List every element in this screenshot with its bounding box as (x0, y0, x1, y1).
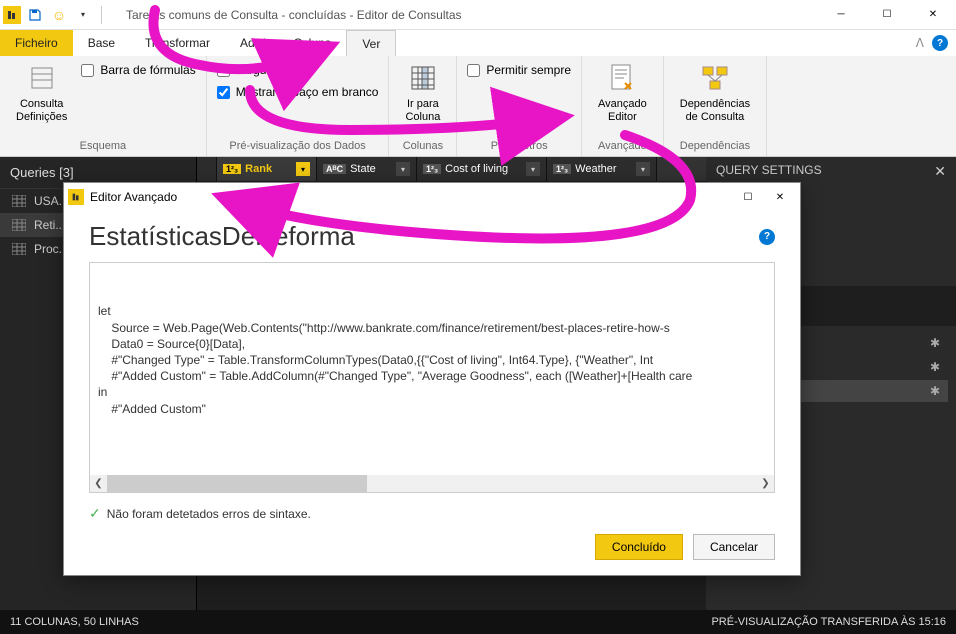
fixed-width-checkbox[interactable]: Largura fixa (217, 63, 379, 77)
horizontal-scrollbar[interactable]: ❮ ❯ (90, 475, 774, 492)
scroll-thumb[interactable] (107, 475, 367, 492)
group-label-columns: Colunas (399, 138, 446, 152)
done-button[interactable]: Concluído (595, 534, 683, 560)
column-header[interactable]: 1²₃ Weather ▾ (547, 157, 657, 181)
group-label-parameters: Parâmetros (467, 138, 571, 152)
syntax-status: ✓ Não foram detetados erros de sintaxe. (89, 505, 775, 522)
status-preview-time: PRÉ-VISUALIZAÇÃO TRANSFERIDA ÀS 15:16 (711, 616, 946, 628)
close-icon[interactable]: ✕ (934, 163, 946, 180)
app-icon (3, 6, 21, 24)
dialog-close-button[interactable]: ✕ (764, 186, 796, 208)
dialog-titlebar[interactable]: Editor Avançado ☐ ✕ (64, 183, 800, 211)
minimize-button[interactable]: ─ (818, 0, 864, 30)
gear-icon[interactable]: ✱ (930, 336, 940, 350)
group-label-deps: Dependências (674, 138, 756, 152)
maximize-button[interactable]: ☐ (864, 0, 910, 30)
column-header[interactable]: 1²₃ Rank ▾ (217, 157, 317, 181)
advanced-editor-dialog: Editor Avançado ☐ ✕ EstatísticasDeReform… (63, 182, 801, 576)
query-settings-button[interactable]: Consulta Definições (10, 60, 73, 126)
dialog-maximize-button[interactable]: ☐ (732, 186, 764, 208)
query-dependencies-button[interactable]: Dependências de Consulta (674, 60, 756, 126)
status-columns-rows: 11 COLUNAS, 50 LINHAS (10, 616, 139, 628)
status-bar: 11 COLUNAS, 50 LINHAS PRÉ-VISUALIZAÇÃO T… (0, 610, 956, 634)
group-label-preview: Pré-visualização dos Dados (217, 138, 379, 152)
column-header[interactable]: 1²₃ Cost of living ▾ (417, 157, 547, 181)
row-header[interactable] (197, 157, 217, 181)
menu-tabs: Ficheiro Base Transformar Adicionar Colu… (0, 30, 956, 56)
table-icon (12, 219, 26, 231)
go-to-column-button[interactable]: Ir para Coluna (399, 60, 446, 126)
titlebar: ☺ ▾ Tarefas comuns de Consulta - concluí… (0, 0, 956, 30)
window-title: Tarefas comuns de Consulta - concluídas … (106, 8, 818, 22)
scroll-left-icon[interactable]: ❮ (90, 475, 107, 492)
tab-add-column[interactable]: Adicionar Coluna (225, 30, 346, 56)
dialog-title: Editor Avançado (84, 190, 732, 204)
formula-bar-checkbox[interactable]: Barra de fórmulas (81, 63, 195, 77)
group-label-advanced: Avançado (592, 138, 653, 152)
ribbon-collapse-icon[interactable]: ᐱ (916, 36, 924, 50)
tab-home[interactable]: Base (73, 30, 130, 56)
show-whitespace-checkbox[interactable]: Mostrar espaço em branco (217, 85, 379, 99)
chevron-down-icon[interactable]: ▾ (636, 162, 650, 176)
chevron-down-icon[interactable]: ▾ (526, 162, 540, 176)
chevron-down-icon[interactable]: ▾ (396, 162, 410, 176)
code-editor[interactable]: let Source = Web.Page(Web.Contents("http… (89, 262, 775, 493)
app-icon (68, 189, 84, 205)
tab-transform[interactable]: Transformar (130, 30, 225, 56)
column-header[interactable]: AᴮC State ▾ (317, 157, 417, 181)
table-icon (12, 195, 26, 207)
gear-icon[interactable]: ✱ (930, 360, 940, 374)
close-button[interactable]: ✕ (910, 0, 956, 30)
always-allow-checkbox[interactable]: Permitir sempre (467, 63, 571, 77)
check-icon: ✓ (89, 505, 101, 522)
scroll-right-icon[interactable]: ❯ (757, 475, 774, 492)
table-icon (12, 243, 26, 255)
gear-icon[interactable]: ✱ (930, 384, 940, 398)
tab-file[interactable]: Ficheiro (0, 30, 73, 56)
dialog-heading: EstatísticasDeReforma (89, 221, 355, 252)
advanced-editor-button[interactable]: Avançado Editor (592, 60, 653, 126)
emoji-icon[interactable]: ☺ (49, 5, 69, 25)
cancel-button[interactable]: Cancelar (693, 534, 775, 560)
group-label-layout: Esquema (10, 138, 196, 152)
save-button[interactable] (25, 5, 45, 25)
settings-title: QUERY SETTINGS (716, 163, 822, 180)
help-icon[interactable]: ? (759, 229, 775, 245)
chevron-down-icon[interactable]: ▾ (296, 162, 310, 176)
tab-view[interactable]: Ver (346, 30, 396, 56)
qat-dropdown[interactable]: ▾ (73, 5, 93, 25)
help-icon[interactable]: ? (932, 35, 948, 51)
ribbon: Consulta Definições Barra de fórmulas Es… (0, 56, 956, 157)
